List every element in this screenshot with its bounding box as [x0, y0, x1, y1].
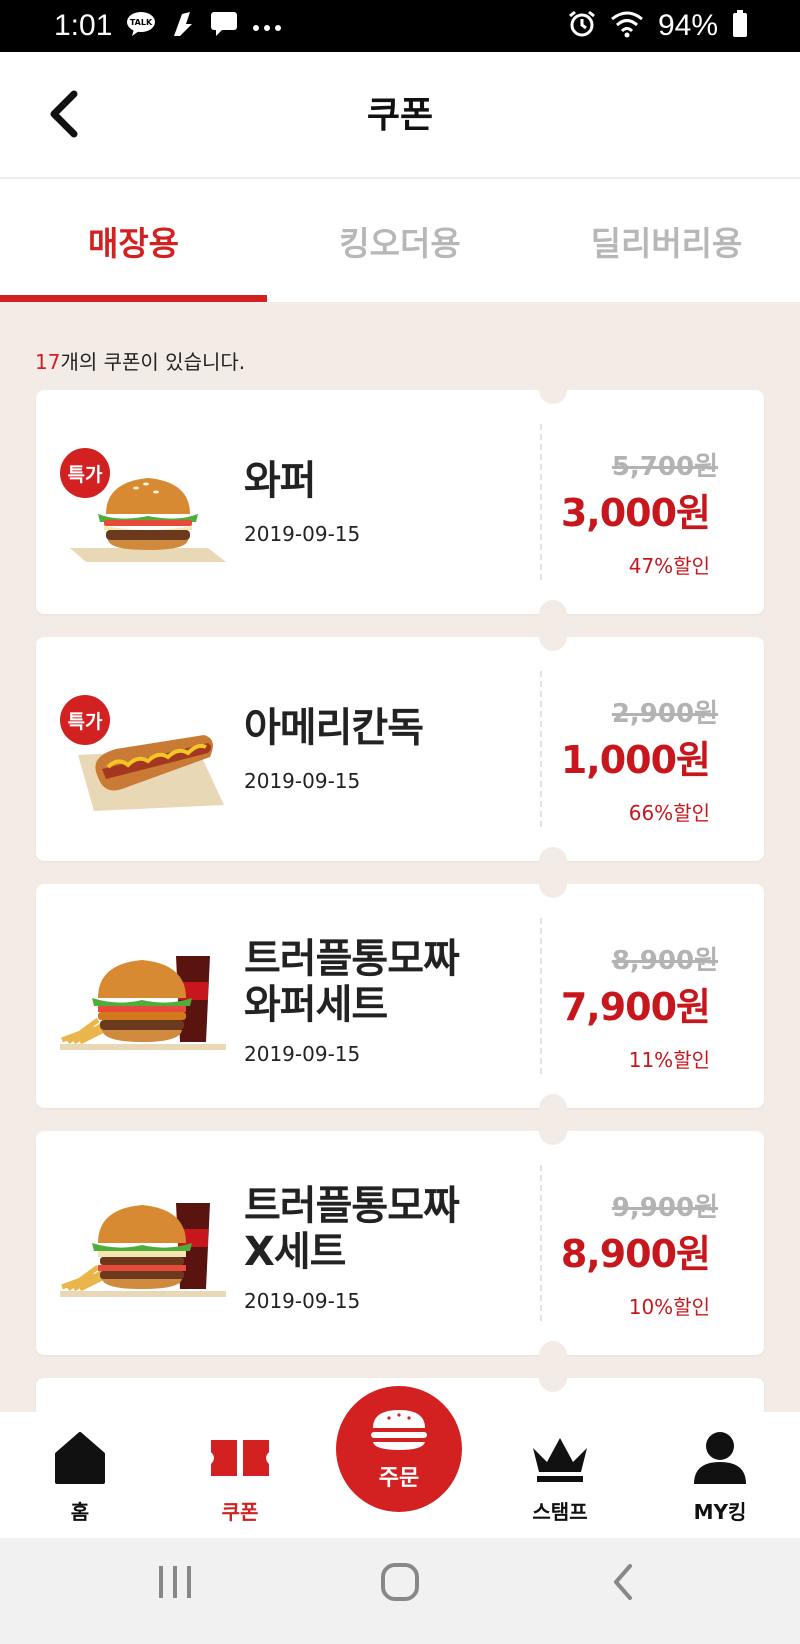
coupon-card[interactable]: 트러플통모짜 와퍼세트 2019-09-15 8,900원 7,900원 11%… — [36, 870, 764, 1122]
original-price: 8,900원 — [611, 946, 718, 976]
original-price: 2,900원 — [611, 699, 718, 729]
coupon-name: 와퍼 — [244, 458, 317, 504]
coupon-price: 7,900원 — [560, 985, 711, 1029]
coupon-count-number: 17 — [35, 350, 61, 374]
back-system-button[interactable] — [610, 1562, 636, 1606]
nav-home-label: 홈 — [70, 1500, 90, 1524]
app-header: 쿠폰 — [0, 52, 800, 178]
coupon-card[interactable]: 특가 아메리칸독 2019-09-15 2,900원 1,000원 66%할인 — [36, 623, 764, 875]
more-notifications-icon — [252, 17, 282, 36]
discount-rate: 11%할인 — [628, 1048, 710, 1072]
special-price-badge: 특가 — [60, 448, 110, 498]
ticket-notch — [539, 1364, 567, 1392]
app-notification-icon — [170, 10, 196, 42]
coupon-price: 8,900원 — [560, 1232, 711, 1276]
discount-rate: 47%할인 — [628, 554, 710, 578]
coupon-card[interactable]: 트러플통모짜 X세트 2019-09-15 9,900원 8,900원 10%할… — [36, 1117, 764, 1369]
status-time: 1:01 — [54, 9, 113, 42]
coupon-name-line1: 트러플통모짜 — [244, 1183, 460, 1229]
ticket-notch — [539, 1117, 567, 1145]
coupon-name-line2: 와퍼세트 — [244, 982, 388, 1028]
ticket-notch — [539, 623, 567, 651]
coupon-date: 2019-09-15 — [244, 1042, 361, 1066]
status-bar: 1:01 TALK 94% — [0, 0, 800, 52]
tab-king-order[interactable]: 킹오더용 — [267, 179, 533, 302]
back-chevron-icon — [614, 1564, 632, 1600]
svg-text:TALK: TALK — [130, 18, 153, 27]
home-icon — [55, 1432, 105, 1484]
coupon-list-area: 17개의 쿠폰이 있습니다. 특가 와퍼 2019-09-15 5,700원 3… — [0, 302, 800, 1412]
tab-store[interactable]: 매장용 — [0, 179, 267, 302]
discount-rate: 10%할인 — [628, 1295, 710, 1319]
coupon-name-line2: X세트 — [244, 1229, 346, 1275]
ticket-notch — [539, 376, 567, 404]
wifi-icon — [610, 10, 644, 42]
discount-rate: 66%할인 — [628, 801, 710, 825]
coupon-card[interactable]: 특가 와퍼 2019-09-15 5,700원 3,000원 47%할인 — [36, 376, 764, 628]
nav-my-king-label: MY킹 — [693, 1500, 747, 1524]
tab-label: 딜리버리용 — [590, 223, 743, 263]
original-price: 5,700원 — [611, 452, 718, 482]
tab-label: 매장용 — [87, 223, 180, 263]
coupon-date: 2019-09-15 — [244, 522, 361, 546]
coupon-tabs: 매장용 킹오더용 딜리버리용 — [0, 179, 800, 302]
ticket-divider — [540, 424, 542, 580]
home-circle-icon — [381, 1563, 419, 1601]
user-profile-icon — [694, 1432, 746, 1484]
coupon-count: 17개의 쿠폰이 있습니다. — [35, 346, 245, 375]
tab-delivery[interactable]: 딜리버리용 — [533, 179, 800, 302]
nav-stamp-label: 스탬프 — [532, 1500, 588, 1524]
nav-home[interactable]: 홈 — [20, 1412, 140, 1538]
recent-apps-icon — [159, 1566, 191, 1598]
order-button-label: 주문 — [378, 1466, 420, 1491]
original-price: 9,900원 — [611, 1193, 718, 1223]
nav-coupon-label: 쿠폰 — [221, 1500, 259, 1524]
talk-notification-icon: TALK — [126, 11, 156, 41]
system-navigation-bar — [0, 1538, 800, 1644]
burger-icon — [371, 1410, 427, 1450]
alarm-icon — [568, 10, 596, 42]
home-system-button[interactable] — [380, 1562, 420, 1606]
recent-apps-button[interactable] — [156, 1562, 194, 1606]
coupon-date: 2019-09-15 — [244, 769, 361, 793]
coupon-date: 2019-09-15 — [244, 1289, 361, 1313]
message-notification-icon — [210, 11, 238, 41]
ticket-divider — [540, 1165, 542, 1321]
tab-label: 킹오더용 — [339, 223, 461, 263]
page-title: 쿠폰 — [366, 95, 434, 136]
coupon-name: 아메리칸독 — [244, 705, 424, 751]
coupon-count-text: 개의 쿠폰이 있습니다. — [60, 350, 246, 374]
status-bar-left: 1:01 TALK — [54, 9, 282, 43]
coupon-ticket-icon — [211, 1440, 269, 1476]
battery-icon — [732, 10, 748, 42]
battery-percent: 94% — [657, 9, 718, 42]
crown-icon — [533, 1438, 587, 1482]
status-bar-right: 94% — [568, 9, 748, 43]
ticket-divider — [540, 671, 542, 827]
ticket-divider — [540, 918, 542, 1074]
burger-set-image — [60, 956, 226, 1050]
coupon-price: 3,000원 — [560, 491, 711, 535]
nav-coupon[interactable]: 쿠폰 — [180, 1412, 300, 1538]
special-price-badge: 특가 — [60, 695, 110, 745]
burger-set-image — [60, 1203, 226, 1297]
nav-my-king[interactable]: MY킹 — [660, 1412, 780, 1538]
coupon-price: 1,000원 — [560, 738, 711, 782]
coupon-name-line1: 트러플통모짜 — [244, 936, 460, 982]
bottom-navigation: 홈 쿠폰 주문 스탬프 MY킹 — [0, 1386, 800, 1538]
order-button[interactable]: 주문 — [336, 1386, 462, 1512]
nav-stamp[interactable]: 스탬프 — [500, 1412, 620, 1538]
ticket-notch — [539, 870, 567, 898]
